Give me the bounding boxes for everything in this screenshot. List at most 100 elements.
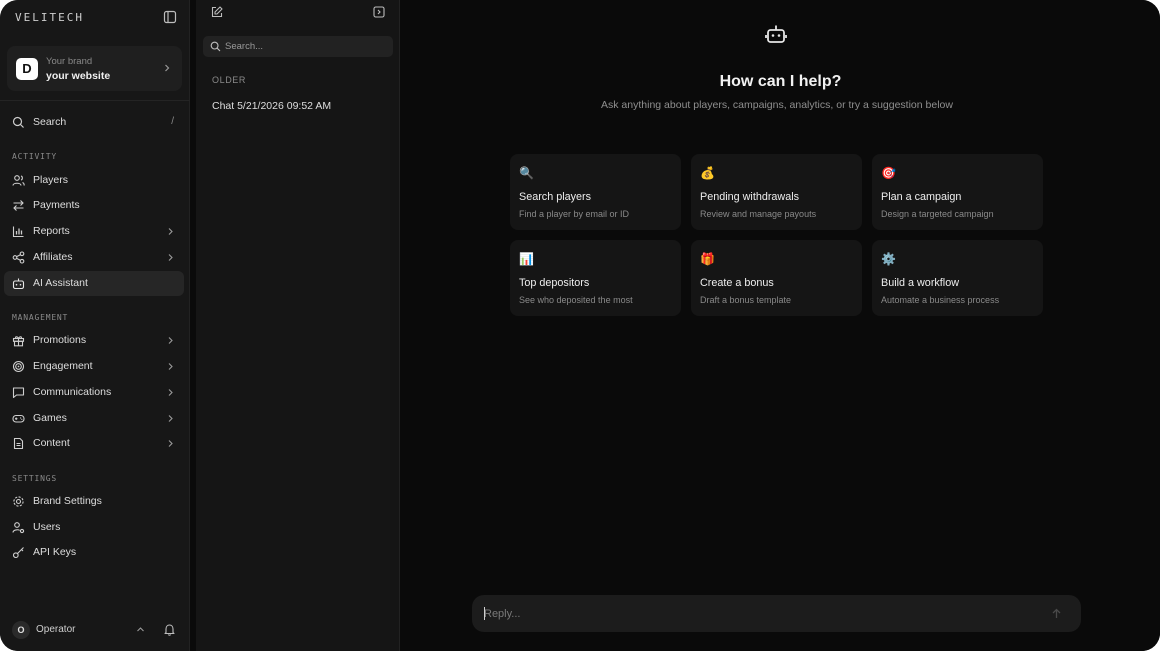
sidebar-item-engagement[interactable]: Engagement (4, 354, 184, 379)
page-title: How can I help? (719, 73, 842, 90)
sidebar-item-promotions[interactable]: Promotions (4, 328, 184, 353)
suggestion-card-top-depositors[interactable]: 📊 Top depositors See who deposited the m… (510, 240, 681, 316)
bot-icon (765, 23, 787, 45)
chat-group-label: OLDER (212, 75, 247, 85)
chat-search (203, 36, 393, 57)
sidebar-item-label: Content (33, 437, 70, 449)
users-icon (12, 174, 25, 187)
search-icon (12, 116, 25, 129)
suggestion-description: Draft a bonus template (700, 295, 792, 305)
sidebar-item-label: Users (33, 521, 61, 533)
chevron-right-icon (166, 362, 175, 371)
bell-icon[interactable] (163, 623, 176, 636)
file-text-icon (12, 437, 25, 450)
sidebar-item-content[interactable]: Content (4, 431, 184, 456)
sidebar: VELITECH D Your brand your website Searc… (0, 0, 190, 651)
brand-avatar: D (16, 58, 38, 80)
suggestion-title: Create a bonus (700, 277, 774, 289)
sidebar-header: VELITECH (15, 10, 177, 25)
send-arrow-icon[interactable] (1050, 607, 1063, 620)
sidebar-item-affiliates[interactable]: Affiliates (4, 245, 184, 270)
suggestion-description: Automate a business process (881, 295, 1000, 305)
sidebar-item-users[interactable]: Users (4, 515, 184, 540)
suggestion-card-build-workflow[interactable]: ⚙️ Build a workflow Automate a business … (872, 240, 1043, 316)
suggestion-card-plan-campaign[interactable]: 🎯 Plan a campaign Design a targeted camp… (872, 154, 1043, 230)
suggestion-title: Pending withdrawals (700, 191, 800, 203)
bot-icon (12, 277, 25, 290)
section-label-activity: ACTIVITY (12, 152, 57, 161)
bar-chart-emoji-icon: 📊 (519, 252, 534, 266)
divider (0, 100, 190, 101)
gamepad-icon (12, 412, 25, 425)
suggestion-card-pending-withdrawals[interactable]: 💰 Pending withdrawals Review and manage … (691, 154, 862, 230)
sidebar-item-ai-assistant[interactable]: AI Assistant (4, 271, 184, 296)
sidebar-item-label: Promotions (33, 334, 87, 346)
sidebar-item-reports[interactable]: Reports (4, 219, 184, 244)
sidebar-item-label: Communications (33, 386, 112, 398)
app-window: VELITECH D Your brand your website Searc… (0, 0, 1160, 651)
sidebar-item-api-keys[interactable]: API Keys (4, 540, 184, 565)
sidebar-item-label: API Keys (33, 546, 77, 558)
sidebar-item-label: Players (33, 174, 69, 186)
section-label-settings: SETTINGS (12, 474, 57, 483)
suggestion-title: Build a workflow (881, 277, 960, 289)
gear-emoji-icon: ⚙️ (881, 252, 896, 266)
suggestion-title: Top depositors (519, 277, 590, 289)
sidebar-item-communications[interactable]: Communications (4, 380, 184, 405)
chevron-right-icon (166, 336, 175, 345)
sidebar-item-label: Games (33, 412, 67, 424)
chat-list-item[interactable]: Chat 5/21/2026 09:52 AM (212, 100, 331, 112)
chevron-up-icon[interactable] (136, 625, 145, 634)
chevron-right-icon (166, 439, 175, 448)
gift-emoji-icon: 🎁 (700, 252, 715, 266)
sidebar-item-games[interactable]: Games (4, 406, 184, 431)
bar-chart-icon (12, 225, 25, 238)
sidebar-collapse-icon[interactable] (163, 10, 177, 24)
user-cog-icon (12, 521, 25, 534)
arrows-exchange-icon (12, 199, 25, 212)
reply-input[interactable] (484, 595, 1044, 632)
suggestion-title: Plan a campaign (881, 191, 962, 203)
target-emoji-icon: 🎯 (881, 166, 896, 180)
brand-name: your website (46, 70, 111, 82)
brand-switcher[interactable]: D Your brand your website (7, 46, 182, 91)
suggestion-card-search-players[interactable]: 🔍 Search players Find a player by email … (510, 154, 681, 230)
chevron-right-icon (162, 63, 172, 73)
message-square-icon (12, 386, 25, 399)
gift-icon (12, 334, 25, 347)
share-icon (12, 251, 25, 264)
chat-history-panel: OLDER Chat 5/21/2026 09:52 AM (196, 0, 400, 651)
sidebar-item-search[interactable]: Search / (4, 110, 184, 135)
suggestion-description: Review and manage payouts (700, 209, 817, 219)
chevron-right-icon (166, 227, 175, 236)
page-subtitle: Ask anything about players, campaigns, a… (601, 99, 953, 111)
suggestion-description: Find a player by email or ID (519, 209, 630, 219)
chat-search-input[interactable] (225, 36, 385, 57)
operator-menu[interactable]: O Operator (12, 620, 180, 640)
sidebar-item-brand-settings[interactable]: Brand Settings (4, 489, 184, 514)
chevron-right-icon (166, 253, 175, 262)
target-icon (12, 360, 25, 373)
panel-toggle-icon[interactable] (373, 6, 385, 18)
new-chat-icon[interactable] (211, 6, 223, 18)
search-icon (210, 41, 221, 52)
text-caret (484, 607, 485, 620)
app-logo: VELITECH (15, 11, 84, 24)
assistant-main: How can I help? Ask anything about playe… (401, 0, 1160, 651)
suggestion-card-create-bonus[interactable]: 🎁 Create a bonus Draft a bonus template (691, 240, 862, 316)
key-icon (12, 546, 25, 559)
sidebar-item-label: Search (33, 116, 67, 128)
sidebar-item-label: Payments (33, 199, 80, 211)
sidebar-item-label: Affiliates (33, 251, 73, 263)
gear-icon (12, 495, 25, 508)
search-shortcut: / (171, 116, 174, 127)
suggestion-description: Design a targeted campaign (881, 209, 994, 219)
reply-composer (472, 595, 1081, 632)
suggestion-description: See who deposited the most (519, 295, 633, 305)
sidebar-item-payments[interactable]: Payments (4, 193, 184, 218)
sidebar-item-players[interactable]: Players (4, 168, 184, 193)
section-label-management: MANAGEMENT (12, 313, 69, 322)
avatar: O (12, 621, 30, 639)
sidebar-item-label: Reports (33, 225, 70, 237)
chevron-right-icon (166, 414, 175, 423)
